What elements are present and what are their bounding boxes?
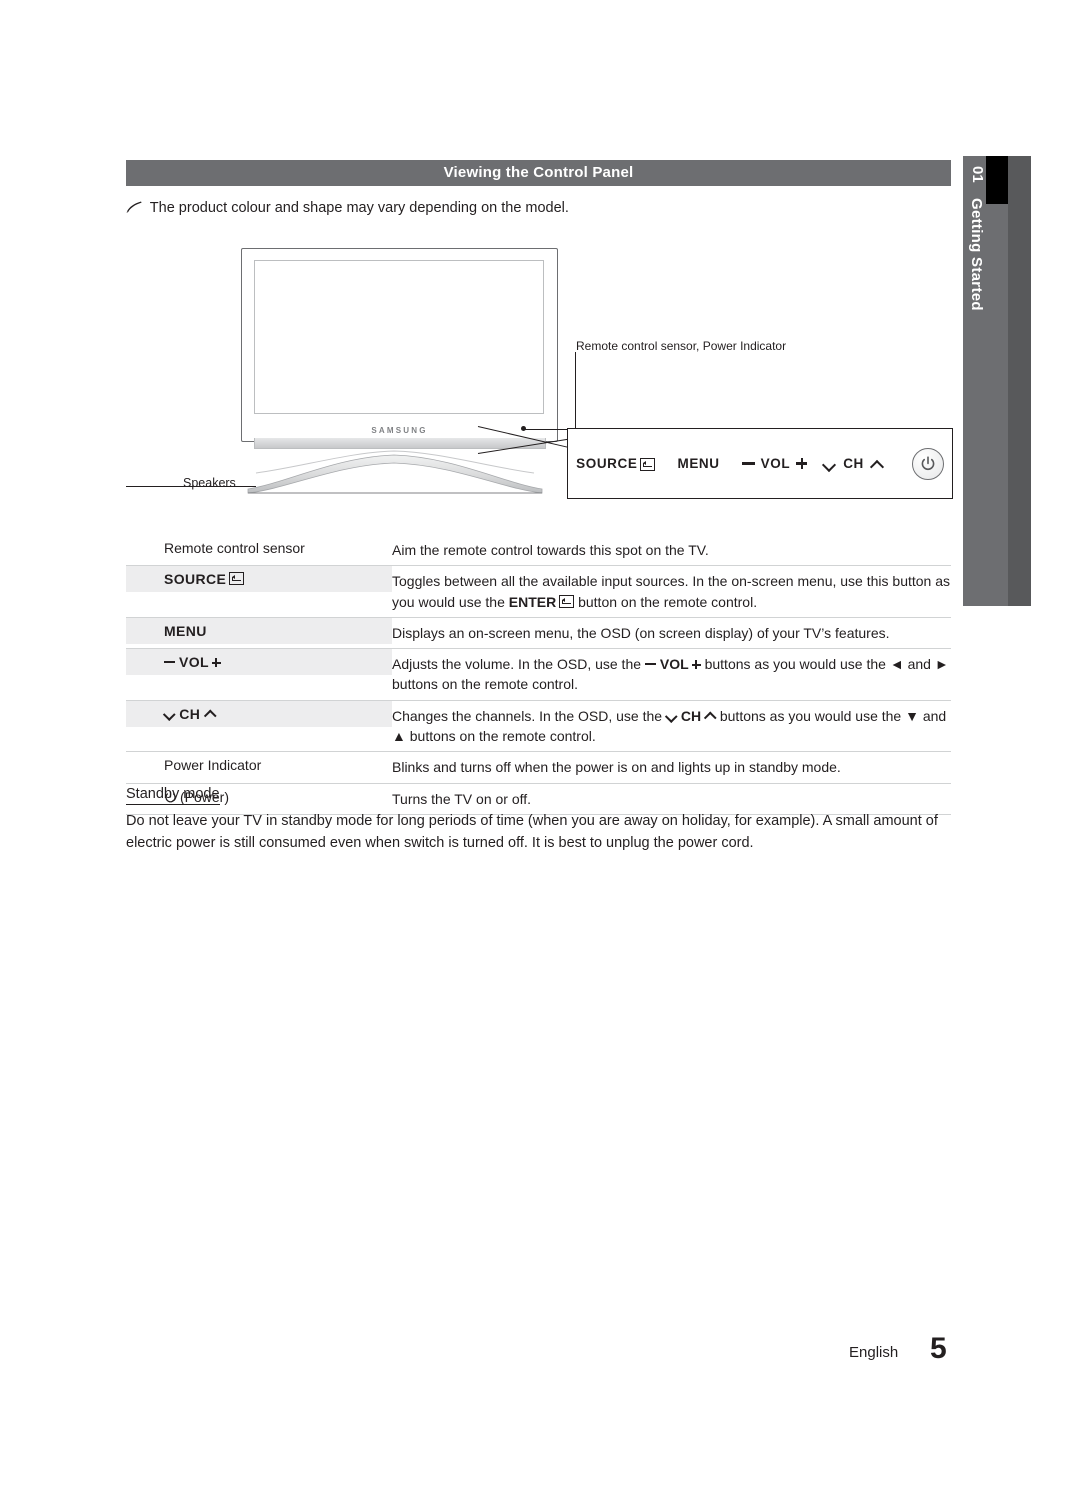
minus-icon — [741, 462, 755, 465]
enter-icon — [640, 458, 656, 471]
control-panel-table: Remote control sensor Aim the remote con… — [126, 535, 951, 815]
plus-icon — [211, 658, 221, 668]
tv-body: SAMSUNG — [241, 248, 558, 442]
footer-language: English — [849, 1344, 899, 1361]
footer-page-number: 5 — [930, 1332, 947, 1365]
tv-illustration: SAMSUNG Speakers Remote control sensor, — [126, 240, 956, 505]
tv-stand — [247, 450, 543, 494]
sensor-callout-vline — [575, 352, 576, 430]
row-desc-menu: Displays an on-screen menu, the OSD (on … — [392, 624, 890, 641]
panel-channel-button[interactable]: CH — [823, 456, 884, 471]
manual-page: 01 Getting Started Viewing the Control P… — [0, 0, 1080, 1494]
enter-icon — [229, 572, 245, 586]
row-label-source: SOURCE — [126, 566, 392, 593]
chevron-up-icon — [871, 459, 884, 468]
row-label-vol: VOL — [126, 649, 392, 676]
row-desc-source: Toggles between all the available input … — [392, 573, 951, 610]
chevron-up-icon — [705, 712, 716, 720]
table-row: CH Changes the channels. In the OSD, use… — [126, 700, 951, 753]
enter-icon — [559, 594, 575, 608]
row-label-source-text: SOURCE — [164, 571, 227, 588]
side-tab-number: 01 — [969, 166, 986, 183]
panel-source-label: SOURCE — [576, 456, 638, 471]
row-desc-vol: Adjusts the volume. In the OSD, use the … — [392, 656, 949, 693]
control-panel-zoom: SOURCE MENU VOL CH — [567, 428, 953, 499]
tv-brand-label: SAMSUNG — [371, 426, 428, 435]
chevron-down-icon — [666, 712, 677, 720]
panel-vol-label: VOL — [760, 456, 791, 471]
row-desc-power: Turns the TV on or off. — [392, 790, 532, 807]
panel-ch-label: CH — [843, 456, 864, 471]
side-tab-dark-stripe — [1008, 156, 1031, 606]
side-tab-label: Getting Started — [968, 198, 985, 311]
minus-icon — [644, 663, 656, 666]
standby-body-text: Do not leave your TV in standby mode for… — [126, 813, 938, 851]
sensor-callout-label: Remote control sensor, Power Indicator — [576, 339, 787, 353]
note-text: The product colour and shape may vary de… — [149, 200, 569, 216]
row-desc-ch: Changes the channels. In the OSD, use th… — [392, 707, 947, 745]
table-row: SOURCE Toggles between all the available… — [126, 566, 951, 618]
sensor-callout-dot — [521, 426, 526, 431]
panel-source-button[interactable]: SOURCE — [576, 456, 656, 471]
pencil-note-icon — [126, 200, 146, 217]
minus-icon — [164, 661, 175, 664]
panel-power-button[interactable] — [911, 447, 944, 480]
row-desc-power-indicator: Blinks and turns off when the power is o… — [392, 759, 841, 776]
panel-menu-label: MENU — [677, 456, 720, 471]
chevron-down-icon — [164, 710, 175, 718]
table-row: Power Indicator Blinks and turns off whe… — [126, 752, 951, 784]
panel-menu-button[interactable]: MENU — [677, 456, 719, 471]
chevron-down-icon — [823, 459, 836, 468]
row-label-ch: CH — [126, 700, 392, 727]
row-label-vol-text: VOL — [179, 654, 209, 671]
row-label-remote-sensor: Remote control sensor — [164, 540, 305, 556]
note-row: The product colour and shape may vary de… — [126, 199, 926, 216]
row-desc-remote-sensor: Aim the remote control towards this spot… — [392, 542, 709, 558]
row-label-menu: MENU — [126, 617, 392, 644]
tv-screen — [254, 260, 544, 414]
table-row: Remote control sensor Aim the remote con… — [126, 535, 951, 567]
chapter-side-tab: 01 Getting Started — [963, 156, 1031, 606]
plus-icon — [796, 458, 808, 469]
panel-volume-button[interactable]: VOL — [741, 456, 808, 471]
power-icon — [921, 455, 935, 470]
standby-heading: Standby mode — [126, 786, 220, 805]
speakers-label: Speakers — [183, 476, 236, 490]
plus-icon — [691, 660, 701, 670]
side-tab-black-marker — [986, 156, 1008, 204]
section-title: Viewing the Control Panel — [126, 160, 951, 186]
table-row: MENU Displays an on-screen menu, the OSD… — [126, 617, 951, 650]
chevron-up-icon — [205, 710, 216, 718]
row-label-ch-text: CH — [179, 705, 201, 722]
row-label-power-indicator: Power Indicator — [164, 757, 262, 774]
table-row: VOL Adjusts the volume. In the OSD, use … — [126, 649, 951, 701]
